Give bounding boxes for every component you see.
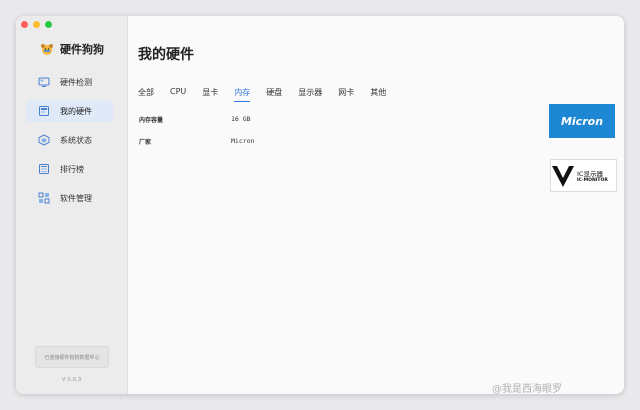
sidebar-item-label: 软件管理 [60,193,92,203]
app-name: 硬件狗狗 [60,43,104,56]
close-window-button[interactable] [21,21,28,28]
spec-label: 厂家 [139,139,152,146]
micron-logo-text: Micron [560,114,604,128]
sidebar-item-ranking[interactable]: 排行榜 [26,158,113,180]
ranking-icon [39,164,49,174]
app-window: 硬件狗狗 硬件检测 我的硬件 系统状态 排行榜 软件管理 已连接硬件狗狗数据中心… [16,16,624,394]
tab-disk[interactable]: 硬盘 [266,87,282,102]
dog-logo-icon [41,44,53,55]
ic-monitor-logo-subtitle: IC·MONITOR [577,178,608,183]
sidebar-item-my-hardware[interactable]: 我的硬件 [26,100,113,122]
monitor-icon [38,77,50,87]
main-content: 我的硬件 全部 CPU 显卡 内存 硬盘 显示器 网卡 其他 内存容量 16 G… [127,16,624,394]
tab-other[interactable]: 其他 [370,87,386,102]
sidebar-nav: 硬件检测 我的硬件 系统状态 排行榜 软件管理 [26,71,113,216]
sidebar-item-software-manager[interactable]: 软件管理 [26,187,113,209]
zoom-window-button[interactable] [45,21,52,28]
sidebar-item-label: 系统状态 [60,135,92,145]
app-brand: 硬件狗狗 [40,41,104,57]
sync-status-badge: 已连接硬件狗狗数据中心 [35,346,109,368]
apps-grid-icon [38,192,50,204]
sidebar-item-label: 我的硬件 [60,106,92,116]
tab-cpu[interactable]: CPU [170,87,186,102]
sidebar-item-hardware-detect[interactable]: 硬件检测 [26,71,113,93]
sidebar-item-label: 排行榜 [60,164,84,174]
ic-monitor-mark-icon [552,165,574,187]
spec-label: 内存容量 [139,117,164,124]
hardware-tabs: 全部 CPU 显卡 内存 硬盘 显示器 网卡 其他 [138,87,402,102]
micron-logo: Micron [549,104,615,138]
tab-display[interactable]: 显示器 [298,87,322,102]
tab-network[interactable]: 网卡 [338,87,354,102]
tab-memory[interactable]: 内存 [234,87,251,102]
sidebar: 硬件狗狗 硬件检测 我的硬件 系统状态 排行榜 软件管理 已连接硬件狗狗数据中心… [16,16,128,394]
ic-monitor-logo: IC显示器 IC·MONITOR [550,159,617,192]
sidebar-item-label: 硬件检测 [60,77,92,87]
spec-value: 16 GB [231,115,251,123]
minimize-window-button[interactable] [33,21,40,28]
tab-gpu[interactable]: 显卡 [202,87,218,102]
window-controls [21,21,52,28]
spec-value: Micron [231,137,255,145]
sidebar-item-system-status[interactable]: 系统状态 [26,129,113,151]
system-status-icon [38,134,50,146]
page-title: 我的硬件 [138,47,194,63]
hardware-icon [39,106,49,116]
tab-all[interactable]: 全部 [138,87,154,102]
ic-monitor-logo-title: IC显示器 [577,170,603,178]
watermark: @我是西海眼罗 [492,384,562,395]
app-version: V 0.0.3 [61,377,82,383]
